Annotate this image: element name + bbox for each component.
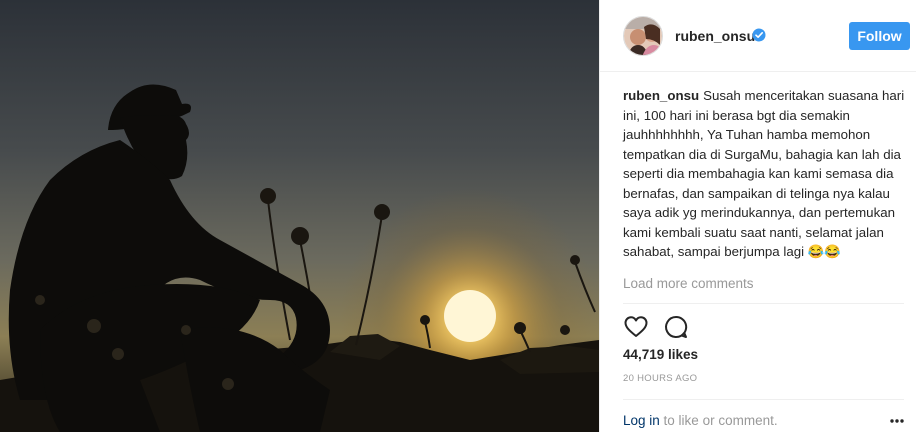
- comment-icon[interactable]: [663, 314, 689, 340]
- likes-count[interactable]: 44,719 likes: [623, 347, 698, 362]
- post-timestamp[interactable]: 20 HOURS AGO: [623, 373, 697, 384]
- sun: [444, 290, 496, 342]
- header-username[interactable]: ruben_onsu: [675, 28, 755, 44]
- sunset-photo: [0, 0, 599, 432]
- verified-badge-icon: [752, 28, 766, 42]
- login-suffix-text: to like or comment.: [659, 413, 778, 428]
- more-options-icon[interactable]: [889, 413, 905, 429]
- login-link[interactable]: Log in: [623, 413, 660, 428]
- caption-text: Susah menceritakan suasana hari ini, 100…: [623, 88, 905, 259]
- divider: [623, 399, 904, 400]
- follow-button[interactable]: Follow: [849, 22, 910, 50]
- post-header: ruben_onsu Follow: [600, 0, 916, 72]
- login-prompt: Log in to like or comment.: [623, 413, 778, 428]
- divider: [623, 303, 904, 304]
- avatar-image: [624, 17, 662, 55]
- caption-username[interactable]: ruben_onsu: [623, 88, 699, 103]
- post-side-panel: ruben_onsu Follow ruben_onsu Susah mencer…: [599, 0, 916, 432]
- avatar[interactable]: [623, 16, 663, 56]
- load-more-comments-link[interactable]: Load more comments: [623, 276, 754, 291]
- post-image[interactable]: [0, 0, 599, 432]
- caption: ruben_onsu Susah menceritakan suasana har…: [623, 86, 905, 262]
- heart-icon[interactable]: [623, 314, 649, 340]
